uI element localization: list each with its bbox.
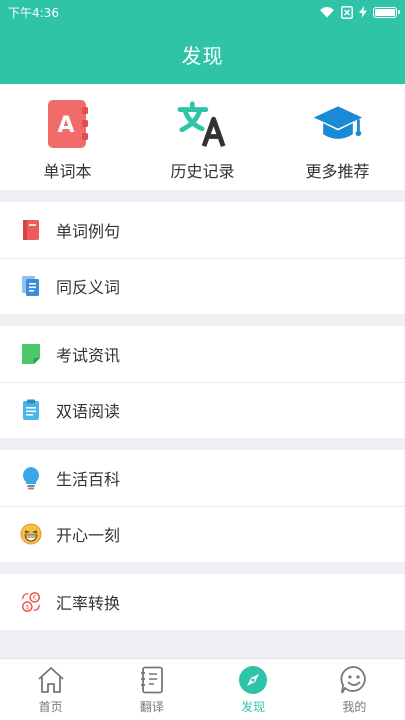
list-item-funny-moment[interactable]: 开心一刻 — [0, 506, 405, 562]
list-item-bilingual-reading[interactable]: 双语阅读 — [0, 382, 405, 438]
profile-face-icon — [338, 664, 370, 696]
more-recommend-button[interactable]: 更多推荐 — [270, 84, 405, 190]
tab-discover[interactable]: 发现 — [203, 659, 304, 720]
home-icon — [35, 664, 67, 696]
wifi-icon — [319, 6, 335, 18]
documents-icon — [20, 275, 42, 297]
clipboard-icon — [20, 399, 42, 421]
no-sim-icon — [341, 5, 353, 19]
list-item-label: 生活百科 — [56, 470, 121, 489]
tab-home[interactable]: 首页 — [0, 659, 101, 720]
list-item-encyclopedia[interactable]: 生活百科 — [0, 450, 405, 506]
list-item-currency-exchange[interactable]: € $ 汇率转换 — [0, 574, 405, 630]
translate-icon — [176, 98, 229, 150]
green-note-icon — [20, 343, 42, 365]
list-item-label: 开心一刻 — [56, 526, 121, 545]
compass-icon — [237, 664, 269, 696]
status-time: 下午4:36 — [8, 5, 59, 20]
graduation-cap-icon — [312, 98, 364, 150]
tab-translate[interactable]: 翻译 — [101, 659, 202, 720]
list-group-reading: 考试资讯 双语阅读 — [0, 326, 405, 438]
red-book-icon — [20, 219, 42, 241]
laughing-face-icon — [20, 523, 42, 545]
tab-label: 我的 — [342, 700, 367, 714]
tab-label: 发现 — [241, 700, 266, 714]
lightbulb-icon — [20, 467, 42, 490]
bottom-tab-bar: 首页 翻译 发现 我的 — [0, 658, 405, 720]
list-item-label: 单词例句 — [56, 222, 121, 241]
list-item-synonyms[interactable]: 同反义词 — [0, 258, 405, 314]
svg-text:€: € — [33, 595, 37, 602]
tab-label: 翻译 — [139, 700, 164, 714]
list-item-label: 考试资讯 — [56, 346, 121, 365]
wordbook-icon: A — [42, 98, 94, 150]
history-button[interactable]: 历史记录 — [135, 84, 270, 190]
wordbook-label: 单词本 — [43, 162, 92, 181]
list-item-label: 同反义词 — [56, 278, 121, 297]
list-group-life: 生活百科 开心一刻 — [0, 450, 405, 562]
currency-exchange-icon: € $ — [20, 591, 42, 613]
tab-mine[interactable]: 我的 — [304, 659, 405, 720]
list-group-words: 单词例句 同反义词 — [0, 202, 405, 314]
notebook-icon — [136, 664, 168, 696]
page-title: 发现 — [181, 43, 224, 68]
status-bar: 下午4:36 — [0, 0, 405, 24]
quick-actions: A 单词本 历史记录 更多推荐 — [0, 84, 405, 190]
list-item-exam-news[interactable]: 考试资讯 — [0, 326, 405, 382]
list-group-tools: € $ 汇率转换 — [0, 574, 405, 630]
list-item-example-sentences[interactable]: 单词例句 — [0, 202, 405, 258]
tab-label: 首页 — [38, 700, 63, 714]
list-item-label: 汇率转换 — [56, 594, 121, 613]
status-icons — [319, 5, 400, 19]
svg-text:A: A — [57, 113, 74, 138]
title-bar: 发现 — [0, 24, 405, 84]
battery-icon — [373, 6, 400, 18]
more-recommend-label: 更多推荐 — [305, 162, 370, 181]
charging-icon — [359, 6, 367, 18]
list-item-label: 双语阅读 — [56, 402, 121, 421]
wordbook-button[interactable]: A 单词本 — [0, 84, 135, 190]
history-label: 历史记录 — [170, 162, 235, 181]
svg-text:$: $ — [25, 604, 29, 611]
